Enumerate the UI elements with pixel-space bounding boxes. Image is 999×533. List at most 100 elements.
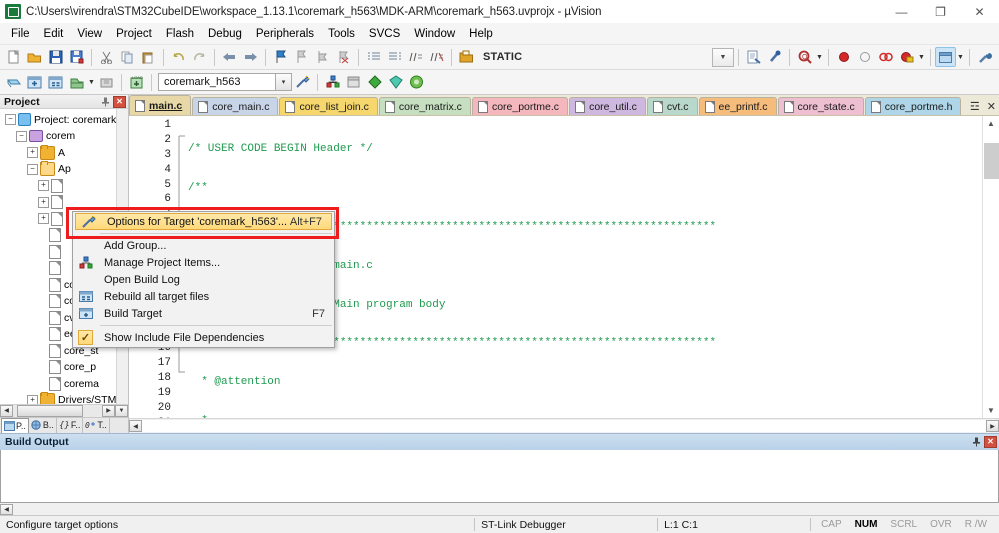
- target-combo-dropdown[interactable]: ▼: [712, 47, 734, 67]
- save-all-icon[interactable]: [66, 47, 87, 67]
- build-icon[interactable]: [24, 72, 45, 92]
- hscroll-track[interactable]: [13, 404, 102, 417]
- expander-icon[interactable]: +: [27, 394, 38, 404]
- project-tree-hscrollbar[interactable]: ◀ ▶ ▼: [0, 403, 128, 417]
- tree-item-drivers-stm[interactable]: + Drivers/STM: [0, 392, 128, 404]
- close-button[interactable]: ✕: [960, 0, 999, 23]
- menu-help[interactable]: Help: [462, 24, 500, 44]
- open-folder-icon[interactable]: [456, 47, 477, 67]
- target-options-icon[interactable]: [292, 72, 313, 92]
- expander-icon[interactable]: +: [38, 180, 49, 192]
- tree-item-coremark[interactable]: corema: [0, 375, 128, 392]
- breakpoint-disable-all-icon[interactable]: [896, 47, 917, 67]
- menu-flash[interactable]: Flash: [159, 24, 201, 44]
- hscroll-track[interactable]: [13, 503, 999, 515]
- find-in-files-icon[interactable]: Q: [794, 47, 815, 67]
- scroll-right-icon[interactable]: ▶: [102, 404, 115, 417]
- editor-tab-core-list-join-c[interactable]: core_list_join.c: [279, 97, 378, 115]
- hscroll-track[interactable]: [142, 420, 986, 432]
- editor-horizontal-scrollbar[interactable]: ◀ ▶: [129, 418, 999, 433]
- editor-tab-core-matrix-c[interactable]: core_matrix.c: [378, 97, 471, 115]
- bookmark-toggle-icon[interactable]: [270, 47, 291, 67]
- run-to-main-icon[interactable]: [364, 72, 385, 92]
- paste-icon[interactable]: [138, 47, 159, 67]
- tab-list-icon[interactable]: ☲: [970, 100, 980, 113]
- batch-build-caret[interactable]: ▼: [87, 72, 96, 92]
- editor-tab-core-portme-c[interactable]: core_portme.c: [471, 97, 569, 115]
- scroll-menu-icon[interactable]: ▼: [115, 404, 128, 417]
- menu-item-manage-project-items[interactable]: Manage Project Items...: [73, 254, 334, 271]
- open-file-icon[interactable]: [24, 47, 45, 67]
- editor-tab-core-state-c[interactable]: core_state.c: [777, 97, 864, 115]
- menu-item-add-group[interactable]: Add Group...: [73, 237, 334, 254]
- batch-build-icon[interactable]: [66, 72, 87, 92]
- tab-templates[interactable]: 0 T..: [83, 417, 110, 433]
- find-dropdown-caret[interactable]: ▼: [815, 47, 824, 67]
- minimize-button[interactable]: —: [882, 0, 921, 23]
- maximize-button[interactable]: ❐: [921, 0, 960, 23]
- bookmark-prev-icon[interactable]: [291, 47, 312, 67]
- menu-svcs[interactable]: SVCS: [362, 24, 407, 44]
- menu-peripherals[interactable]: Peripherals: [249, 24, 321, 44]
- tab-close-icon[interactable]: ✕: [987, 100, 996, 113]
- editor-tab-core-util-c[interactable]: core_util.c: [569, 97, 646, 115]
- vscroll-track[interactable]: [983, 131, 999, 403]
- tree-item-file[interactable]: +: [0, 177, 128, 194]
- copy-icon[interactable]: [117, 47, 138, 67]
- expander-icon[interactable]: +: [38, 196, 49, 208]
- expander-icon[interactable]: −: [16, 130, 27, 142]
- load-flash-icon[interactable]: LOAD: [126, 72, 147, 92]
- navigate-back-icon[interactable]: [219, 47, 240, 67]
- target-selector-caret[interactable]: ▾: [275, 73, 292, 91]
- uncomment-icon[interactable]: [426, 47, 447, 67]
- editor-vertical-scrollbar[interactable]: ▲ ▼: [982, 116, 999, 418]
- tree-item-group-app1[interactable]: + A: [0, 144, 128, 161]
- expander-icon[interactable]: −: [27, 163, 38, 175]
- rebuild-icon[interactable]: [45, 72, 66, 92]
- scroll-down-icon[interactable]: ▼: [984, 403, 999, 418]
- menu-window[interactable]: Window: [407, 24, 462, 44]
- scroll-right-icon[interactable]: ▶: [986, 420, 999, 432]
- menu-item-show-include-file-dependencies[interactable]: ✓ Show Include File Dependencies: [73, 329, 334, 346]
- menu-item-build-target[interactable]: Build Target F7: [73, 305, 334, 322]
- breakpoint-disable-icon[interactable]: [854, 47, 875, 67]
- redo-icon[interactable]: [189, 47, 210, 67]
- tree-item-core-portme-h[interactable]: core_p: [0, 359, 128, 376]
- menu-file[interactable]: File: [4, 24, 37, 44]
- expander-icon[interactable]: +: [27, 147, 38, 159]
- build-output-hscrollbar[interactable]: ◀: [0, 503, 999, 515]
- tree-item-target[interactable]: − corem: [0, 128, 128, 145]
- tab-books[interactable]: B..: [29, 417, 57, 433]
- undo-icon[interactable]: [168, 47, 189, 67]
- new-file-icon[interactable]: [3, 47, 24, 67]
- menu-item-options-for-target[interactable]: Options for Target 'coremark_h563'... Al…: [75, 213, 332, 230]
- menu-view[interactable]: View: [70, 24, 109, 44]
- bookmark-clear-icon[interactable]: [333, 47, 354, 67]
- target-selector-value[interactable]: coremark_h563: [158, 73, 275, 91]
- breakpoint-insert-icon[interactable]: [833, 47, 854, 67]
- cut-icon[interactable]: [96, 47, 117, 67]
- menu-tools[interactable]: Tools: [321, 24, 362, 44]
- tree-item-file[interactable]: +: [0, 194, 128, 211]
- build-output-content[interactable]: [0, 450, 999, 503]
- tab-functions[interactable]: {} F..: [57, 417, 84, 433]
- hscroll-thumb[interactable]: [17, 404, 83, 417]
- comment-icon[interactable]: [405, 47, 426, 67]
- breakpoint-kill-all-icon[interactable]: [875, 47, 896, 67]
- save-icon[interactable]: [45, 47, 66, 67]
- navigate-forward-icon[interactable]: [240, 47, 261, 67]
- menu-item-open-build-log[interactable]: Open Build Log: [73, 271, 334, 288]
- breakpoint-dropdown-caret[interactable]: ▼: [917, 47, 926, 67]
- manage-items-icon[interactable]: [322, 72, 343, 92]
- scroll-left-icon[interactable]: ◀: [129, 420, 142, 432]
- scroll-up-icon[interactable]: ▲: [984, 116, 999, 131]
- close-icon[interactable]: ✕: [113, 95, 126, 108]
- project-context-menu[interactable]: Options for Target 'coremark_h563'... Al…: [72, 211, 335, 348]
- menu-project[interactable]: Project: [109, 24, 159, 44]
- tree-item-project[interactable]: − Project: coremark_: [0, 111, 128, 128]
- editor-tab-core-portme-h[interactable]: core_portme.h: [864, 97, 962, 115]
- download-icon[interactable]: [96, 72, 117, 92]
- pin-icon[interactable]: [970, 436, 983, 449]
- pin-icon[interactable]: [99, 95, 112, 108]
- expander-icon[interactable]: +: [38, 213, 49, 225]
